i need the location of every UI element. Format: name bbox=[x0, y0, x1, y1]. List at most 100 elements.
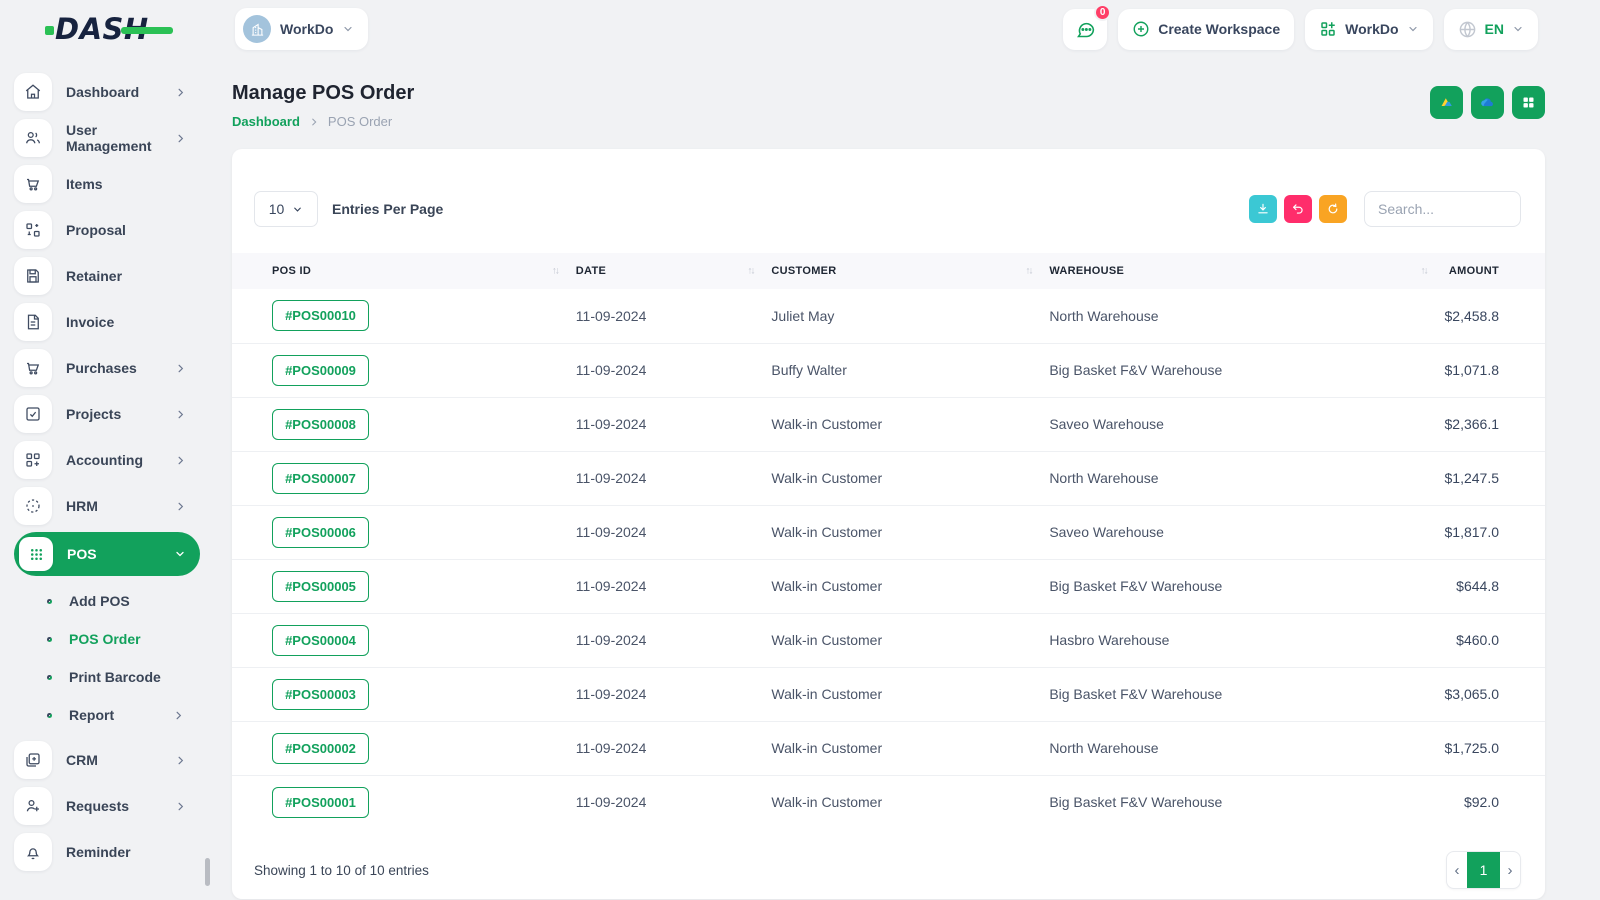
column-header-amount[interactable]: AMOUNT bbox=[1432, 253, 1545, 289]
customer-cell: Walk-in Customer bbox=[759, 396, 1038, 451]
sidebar-item-user-management[interactable]: User Management bbox=[14, 118, 200, 158]
sidebar-subitem-pos-order[interactable]: POS Order bbox=[14, 620, 200, 658]
pos-id-badge[interactable]: #POS00010 bbox=[272, 300, 369, 332]
sidebar-item-retainer[interactable]: Retainer bbox=[14, 256, 200, 296]
pos-id-badge[interactable]: #POS00009 bbox=[272, 354, 369, 386]
messages-button[interactable]: 0 bbox=[1063, 3, 1112, 50]
google-drive-export-button[interactable] bbox=[1430, 86, 1463, 119]
customer-cell: Walk-in Customer bbox=[759, 612, 1038, 667]
language-selector[interactable]: EN bbox=[1443, 8, 1538, 50]
sidebar-item-items[interactable]: Items bbox=[14, 164, 200, 204]
pos-submenu: Add POS POS Order Print Barcode Report bbox=[14, 582, 200, 734]
pagination-prev-button[interactable]: ‹ bbox=[1447, 862, 1467, 879]
cart-icon bbox=[14, 349, 52, 387]
onedrive-export-button[interactable] bbox=[1471, 86, 1504, 119]
document-icon bbox=[14, 303, 52, 341]
customer-cell: Juliet May bbox=[771, 307, 835, 324]
pos-id-badge[interactable]: #POS00005 bbox=[272, 570, 369, 602]
table-row: #POS00004 11-09-2024 Walk-in Customer Ha… bbox=[232, 612, 1545, 667]
home-icon bbox=[14, 73, 52, 111]
onedrive-cloud-icon bbox=[1481, 98, 1493, 107]
date-cell: 11-09-2024 bbox=[563, 558, 760, 613]
column-header-customer[interactable]: CUSTOMER ↑↓ bbox=[759, 253, 1038, 289]
workspace-name: WorkDo bbox=[280, 21, 334, 37]
entries-per-page-select[interactable]: 10 bbox=[254, 191, 318, 227]
breadcrumb: Dashboard POS Order bbox=[232, 114, 414, 129]
sort-icon[interactable]: ↑↓ bbox=[747, 266, 755, 277]
save-icon bbox=[14, 257, 52, 295]
reset-button[interactable] bbox=[1284, 195, 1312, 223]
sidebar-item-purchases[interactable]: Purchases bbox=[14, 348, 200, 388]
workspace-selector[interactable]: WorkDo bbox=[235, 8, 369, 50]
sort-icon[interactable]: ↑↓ bbox=[1025, 266, 1033, 277]
app-logo[interactable]: DASH bbox=[45, 12, 173, 46]
grid-view-button[interactable] bbox=[1512, 86, 1545, 119]
date-cell: 11-09-2024 bbox=[563, 450, 760, 505]
pos-order-table: POS ID ↑↓ DATE ↑↓ CUSTOMER ↑↓ WAREHOUSE ↑↓ A… bbox=[232, 253, 1545, 829]
pos-id-badge[interactable]: #POS00007 bbox=[272, 462, 369, 494]
warehouse-cell: North Warehouse bbox=[1049, 307, 1159, 324]
export-download-button[interactable] bbox=[1249, 195, 1277, 223]
pos-id-badge[interactable]: #POS00008 bbox=[272, 408, 369, 440]
download-icon bbox=[1258, 203, 1268, 214]
user-plus-icon bbox=[14, 787, 52, 825]
pos-id-badge[interactable]: #POS00006 bbox=[272, 516, 369, 548]
date-cell: 11-09-2024 bbox=[563, 612, 760, 667]
showing-entries-text: Showing 1 to 10 of 10 entries bbox=[254, 862, 429, 878]
sidebar-scrollbar[interactable] bbox=[205, 858, 210, 886]
sidebar-item-projects[interactable]: Projects bbox=[14, 394, 200, 434]
pos-id-badge[interactable]: #POS00001 bbox=[272, 786, 369, 818]
cart-icon bbox=[14, 165, 52, 203]
sidebar-item-pos[interactable]: POS bbox=[14, 532, 200, 576]
chevron-down-icon bbox=[1407, 23, 1419, 35]
building-icon bbox=[251, 23, 263, 36]
workdo-menu-button[interactable]: WorkDo bbox=[1305, 8, 1433, 50]
amount-cell: $92.0 bbox=[1432, 774, 1545, 829]
amount-cell: $644.8 bbox=[1432, 558, 1545, 613]
grid-plus-icon bbox=[14, 441, 52, 479]
chevron-right-icon bbox=[175, 133, 186, 144]
create-workspace-button[interactable]: Create Workspace bbox=[1118, 8, 1295, 50]
amount-cell: $1,725.0 bbox=[1432, 720, 1545, 775]
google-drive-icon bbox=[1441, 98, 1452, 107]
search-input[interactable] bbox=[1364, 191, 1521, 227]
refresh-icon bbox=[1328, 203, 1338, 214]
chevron-right-icon bbox=[309, 117, 319, 127]
workspace-avatar bbox=[243, 15, 271, 43]
sidebar-item-accounting[interactable]: Accounting bbox=[14, 440, 200, 480]
chevron-right-icon bbox=[175, 501, 186, 512]
refresh-button[interactable] bbox=[1319, 195, 1347, 223]
column-header-date[interactable]: DATE ↑↓ bbox=[563, 253, 760, 289]
column-header-pos-id[interactable]: POS ID ↑↓ bbox=[232, 253, 564, 289]
sort-icon[interactable]: ↑↓ bbox=[1421, 266, 1429, 277]
dots-grid-icon bbox=[19, 537, 53, 571]
sidebar-subitem-add-pos[interactable]: Add POS bbox=[14, 582, 200, 620]
date-cell: 11-09-2024 bbox=[563, 342, 760, 397]
chevron-down-icon bbox=[174, 548, 186, 560]
chevron-right-icon bbox=[173, 710, 184, 721]
sidebar-subitem-report[interactable]: Report bbox=[14, 696, 200, 734]
sidebar-item-proposal[interactable]: Proposal bbox=[14, 210, 200, 250]
sidebar-item-requests[interactable]: Requests bbox=[14, 786, 200, 826]
sidebar-subitem-print-barcode[interactable]: Print Barcode bbox=[14, 658, 200, 696]
pos-id-badge[interactable]: #POS00004 bbox=[272, 624, 369, 656]
sort-icon[interactable]: ↑↓ bbox=[552, 266, 560, 277]
pagination-page-1[interactable]: 1 bbox=[1467, 852, 1500, 888]
table-header-row: POS ID ↑↓ DATE ↑↓ CUSTOMER ↑↓ WAREHOUSE ↑↓ A… bbox=[232, 253, 1545, 289]
breadcrumb-dashboard-link[interactable]: Dashboard bbox=[232, 114, 300, 129]
pagination-next-button[interactable]: › bbox=[1500, 862, 1520, 879]
qr-swap-icon bbox=[14, 211, 52, 249]
sidebar-item-crm[interactable]: CRM bbox=[14, 740, 200, 780]
sidebar-item-reminder[interactable]: Reminder bbox=[14, 832, 200, 872]
date-cell: 11-09-2024 bbox=[563, 720, 760, 775]
sidebar-item-invoice[interactable]: Invoice bbox=[14, 302, 200, 342]
chat-icon bbox=[1076, 22, 1094, 37]
pos-id-badge[interactable]: #POS00003 bbox=[272, 678, 369, 710]
topbar: DASH WorkDo 0 Create Workspace WorkDo EN bbox=[0, 0, 1600, 58]
table-row: #POS00010 11-09-2024 Juliet May North Wa… bbox=[232, 289, 1545, 343]
pos-id-badge[interactable]: #POS00002 bbox=[272, 732, 369, 764]
customer-cell: Walk-in Customer bbox=[759, 666, 1038, 721]
sidebar-item-dashboard[interactable]: Dashboard bbox=[14, 72, 200, 112]
sidebar-item-hrm[interactable]: HRM bbox=[14, 486, 200, 526]
column-header-warehouse[interactable]: WAREHOUSE ↑↓ bbox=[1037, 253, 1433, 289]
